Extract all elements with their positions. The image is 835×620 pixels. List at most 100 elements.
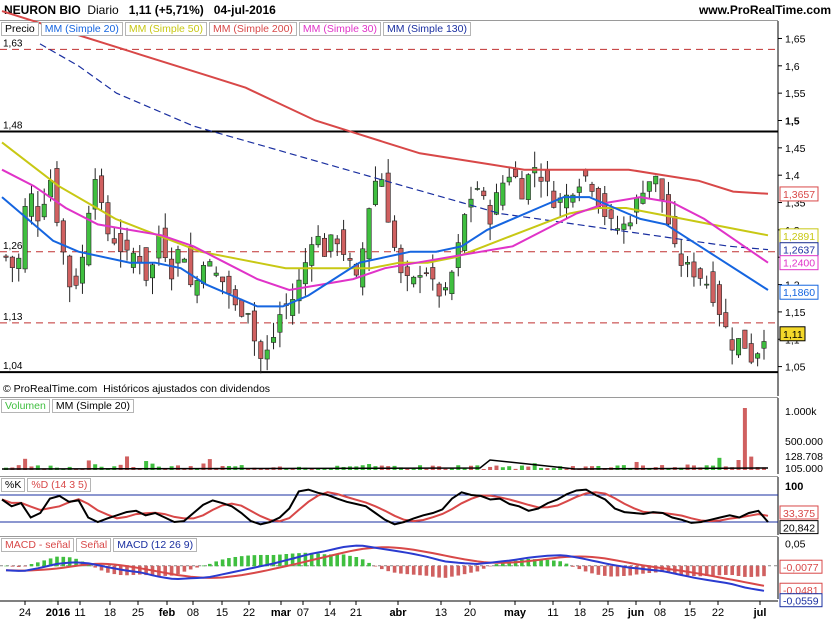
candle-body: [608, 209, 614, 219]
macd-hist-bar: [354, 557, 359, 567]
legend-volume[interactable]: Volumen: [1, 399, 50, 413]
candle-body: [9, 256, 15, 268]
date-tick-label: 14: [324, 607, 336, 619]
legend-ma30[interactable]: MM (Simple 30): [298, 22, 382, 36]
price-tick-label: 1,15: [785, 307, 806, 319]
candle-body: [417, 275, 423, 278]
macd-hist-bar: [755, 565, 760, 577]
legend-macd-hist[interactable]: MACD - señal: [1, 538, 75, 552]
candle-body: [748, 343, 754, 363]
legend-ma50[interactable]: MM (Simple 50): [124, 22, 207, 36]
candle-body: [111, 238, 117, 244]
candle-body: [551, 190, 557, 208]
date-tick-label: jun: [627, 607, 645, 619]
legend-k[interactable]: %K: [1, 478, 26, 492]
volume-panel[interactable]: Volumen MM (Simple 20) 1.000k 500.000 128.…: [0, 397, 823, 475]
candle-body: [277, 314, 283, 333]
candle-body: [627, 222, 633, 227]
macd-hist-bar: [717, 565, 722, 576]
macd-hist-bar: [16, 565, 21, 567]
price-tick-label: 1,65: [785, 33, 806, 45]
date-tick-label: 15: [216, 607, 228, 619]
candle-body: [118, 233, 124, 253]
quote-date: 04-jul-2016: [213, 3, 276, 17]
last-value-label: 1,1860: [783, 287, 815, 299]
candle-body: [487, 205, 493, 225]
volume-bar: [513, 468, 518, 470]
candle-body: [251, 310, 257, 342]
candle-body: [194, 280, 200, 296]
legend-signal[interactable]: Señal: [76, 538, 112, 552]
legend-macd-line[interactable]: MACD (12 26 9): [113, 538, 198, 552]
macd-hist-bar: [749, 565, 754, 577]
macd-hist-bar: [730, 565, 734, 576]
candle-body: [156, 234, 162, 259]
stochastic-plot[interactable]: 100 33,375 20,842: [0, 477, 835, 535]
candle-body: [710, 271, 716, 303]
candle-body: [423, 272, 429, 275]
date-tick-label: 21: [350, 607, 362, 619]
candle-body: [3, 255, 9, 258]
candle-body: [385, 172, 391, 223]
legend-ma200[interactable]: MM (Simple 200): [208, 22, 297, 36]
macd-hist-bar: [469, 565, 473, 573]
macd-hist-bar: [278, 554, 282, 567]
volume-bar: [125, 456, 130, 470]
candle-body: [449, 271, 455, 295]
candle-body: [493, 192, 499, 215]
macd-hist-bar: [316, 553, 320, 567]
stochastic-panel[interactable]: %K %D (14 3 5) 100 33,375 20,842: [0, 476, 819, 535]
candle-body: [481, 190, 487, 197]
macd-hist-bar: [711, 565, 715, 576]
date-tick-label: 13: [435, 607, 447, 619]
macd-panel[interactable]: MACD - señal Señal MACD (12 26 9) 0,050-…: [0, 536, 823, 608]
date-tick-label: mar: [271, 607, 292, 619]
legend-volume-ma[interactable]: MM (Simple 20): [51, 399, 134, 413]
legend-ma130[interactable]: MM (Simple 130): [383, 22, 471, 36]
legend-ma20[interactable]: MM (Simple 20): [40, 22, 123, 36]
macd-hist-bar: [692, 565, 696, 577]
macd-hist-bar: [239, 556, 244, 567]
macd-hist-bar: [220, 559, 225, 567]
legend-d[interactable]: %D (14 3 5): [27, 478, 92, 492]
date-tick-label: 20: [464, 607, 476, 619]
price-tick-label: 1,55: [785, 88, 806, 100]
candle-body: [137, 255, 143, 263]
volume-bar: [488, 466, 493, 470]
candle-body: [181, 258, 187, 263]
ma30-line: [1, 168, 769, 292]
macd-hist-bar: [233, 556, 238, 567]
macd-hist-bar: [424, 565, 429, 576]
level-label: 1,26: [3, 241, 23, 252]
instrument-title: NEURON BIO Diario 1,11 (+5,71%) 04-jul-2…: [4, 3, 276, 17]
volume-bar: [507, 466, 512, 470]
date-tick-label: may: [504, 607, 527, 619]
macd-hist-bar: [418, 565, 422, 576]
date-tick-label: jul: [753, 607, 767, 619]
macd-hist-bar: [437, 565, 441, 578]
macd-hist-bar: [520, 559, 524, 567]
candle-body: [175, 249, 181, 264]
candle-body: [41, 203, 47, 218]
stochastic-d-line: [1, 491, 769, 523]
price-plot[interactable]: 1,651,61,551,51,451,41,351,31,251,21,151…: [0, 10, 835, 396]
candle-body: [60, 220, 66, 253]
ma200-line: [1, 10, 769, 195]
date-tick-label: feb: [159, 607, 176, 619]
candle-body: [392, 220, 398, 248]
site-link[interactable]: www.ProRealTime.com: [699, 3, 831, 17]
candle-body: [28, 193, 34, 217]
candle-body: [67, 255, 73, 288]
candle-body: [653, 175, 659, 185]
candle-body: [513, 169, 519, 178]
volume-ma-line: [1, 459, 769, 470]
macd-hist-bar: [227, 558, 231, 567]
candle-body: [646, 181, 652, 192]
candle-body: [659, 178, 665, 201]
date-tick-label: 08: [654, 607, 666, 619]
volume-bar: [526, 466, 531, 470]
candle-body: [697, 268, 703, 279]
price-panel[interactable]: Precio MM (Simple 20) MM (Simple 50) MM …: [0, 10, 819, 396]
volume-bar: [551, 468, 556, 470]
macd-hist-bar: [494, 564, 499, 567]
